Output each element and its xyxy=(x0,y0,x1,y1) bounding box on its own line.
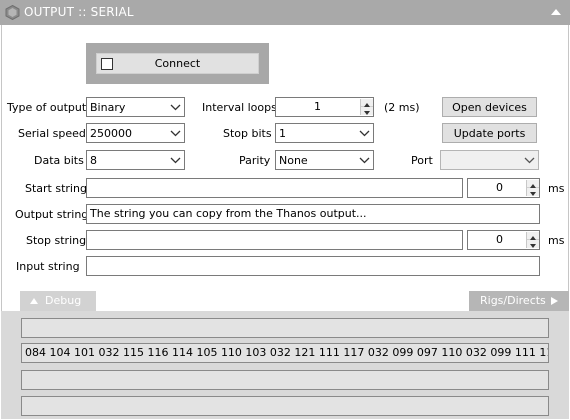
spin-up-button[interactable] xyxy=(527,180,539,188)
data-bits-label: Data bits xyxy=(34,154,84,167)
start-string-label: Start string xyxy=(25,182,87,195)
stop-ms-value: 0 xyxy=(496,233,503,246)
triangle-up-icon xyxy=(30,298,38,304)
stop-bits-label: Stop bits xyxy=(223,127,272,140)
interval-loops-spinner[interactable]: 1 xyxy=(275,97,374,117)
tab-rigs-directs[interactable]: Rigs/Directs xyxy=(469,291,569,311)
output-string-input[interactable]: The string you can copy from the Thanos … xyxy=(86,204,540,224)
start-ms-spinner[interactable]: 0 xyxy=(467,178,540,198)
connect-button[interactable]: Connect xyxy=(96,53,259,74)
parity-label: Parity xyxy=(239,154,271,167)
stop-bits-select[interactable]: 1 xyxy=(275,123,374,143)
type-of-output-select[interactable]: Binary xyxy=(86,97,185,117)
spin-up-button[interactable] xyxy=(361,99,373,107)
serial-speed-select[interactable]: 250000 xyxy=(86,123,185,143)
spin-down-icon xyxy=(530,244,536,248)
spin-up-button[interactable] xyxy=(527,232,539,240)
spin-down-button[interactable] xyxy=(361,107,373,115)
type-of-output-label: Type of output xyxy=(7,101,87,114)
chevron-down-icon xyxy=(524,157,535,164)
debug-line-3 xyxy=(21,370,549,390)
update-ports-button[interactable]: Update ports xyxy=(442,123,537,143)
chevron-down-icon xyxy=(359,130,370,137)
start-string-input[interactable] xyxy=(86,178,463,198)
debug-line-1 xyxy=(21,318,549,338)
output-string-label: Output string xyxy=(15,208,89,221)
port-label: Port xyxy=(411,154,433,167)
input-string-label: Input string xyxy=(16,260,80,273)
chevron-down-icon xyxy=(170,104,181,111)
stop-ms-unit: ms xyxy=(548,234,565,247)
spinner-buttons[interactable] xyxy=(526,180,539,196)
spin-down-button[interactable] xyxy=(527,188,539,196)
data-bits-value: 8 xyxy=(90,154,97,167)
thanos-logo-icon xyxy=(5,5,20,20)
stop-ms-spinner[interactable]: 0 xyxy=(467,230,540,250)
interval-ms-note: (2 ms) xyxy=(384,101,420,114)
stop-string-label: Stop string xyxy=(26,234,87,247)
triangle-right-icon xyxy=(551,297,558,305)
parity-select[interactable]: None xyxy=(275,150,374,170)
start-ms-value: 0 xyxy=(496,181,503,194)
port-select[interactable] xyxy=(440,150,539,170)
spinner-buttons[interactable] xyxy=(360,99,373,115)
input-string-input[interactable] xyxy=(86,256,540,276)
debug-line-4 xyxy=(21,396,549,416)
interval-loops-value: 1 xyxy=(314,100,321,113)
parity-value: None xyxy=(279,154,308,167)
interval-loops-label: Interval loops xyxy=(202,101,277,114)
chevron-down-icon xyxy=(170,130,181,137)
serial-speed-value: 250000 xyxy=(90,127,132,140)
spinner-buttons[interactable] xyxy=(526,232,539,248)
tab-debug[interactable]: Debug xyxy=(20,291,96,311)
spin-down-button[interactable] xyxy=(527,240,539,248)
collapse-up-icon[interactable] xyxy=(548,3,564,21)
serial-speed-label: Serial speed xyxy=(18,127,86,140)
open-devices-button[interactable]: Open devices xyxy=(442,97,537,117)
chevron-down-icon xyxy=(359,157,370,164)
stop-string-input[interactable] xyxy=(86,230,463,250)
connect-label: Connect xyxy=(154,57,201,70)
tab-rigs-label: Rigs/Directs xyxy=(480,294,546,307)
spin-down-icon xyxy=(364,111,370,115)
debug-line-2: 084 104 101 032 115 116 114 105 110 103 … xyxy=(21,343,549,363)
spin-down-icon xyxy=(530,192,536,196)
tab-debug-label: Debug xyxy=(45,294,82,307)
title-bar: OUTPUT :: SERIAL xyxy=(0,0,570,25)
start-ms-unit: ms xyxy=(548,182,565,195)
data-bits-select[interactable]: 8 xyxy=(86,150,185,170)
window-title: OUTPUT :: SERIAL xyxy=(24,5,134,19)
type-of-output-value: Binary xyxy=(90,101,126,114)
chevron-down-icon xyxy=(170,157,181,164)
stop-bits-value: 1 xyxy=(279,127,286,140)
